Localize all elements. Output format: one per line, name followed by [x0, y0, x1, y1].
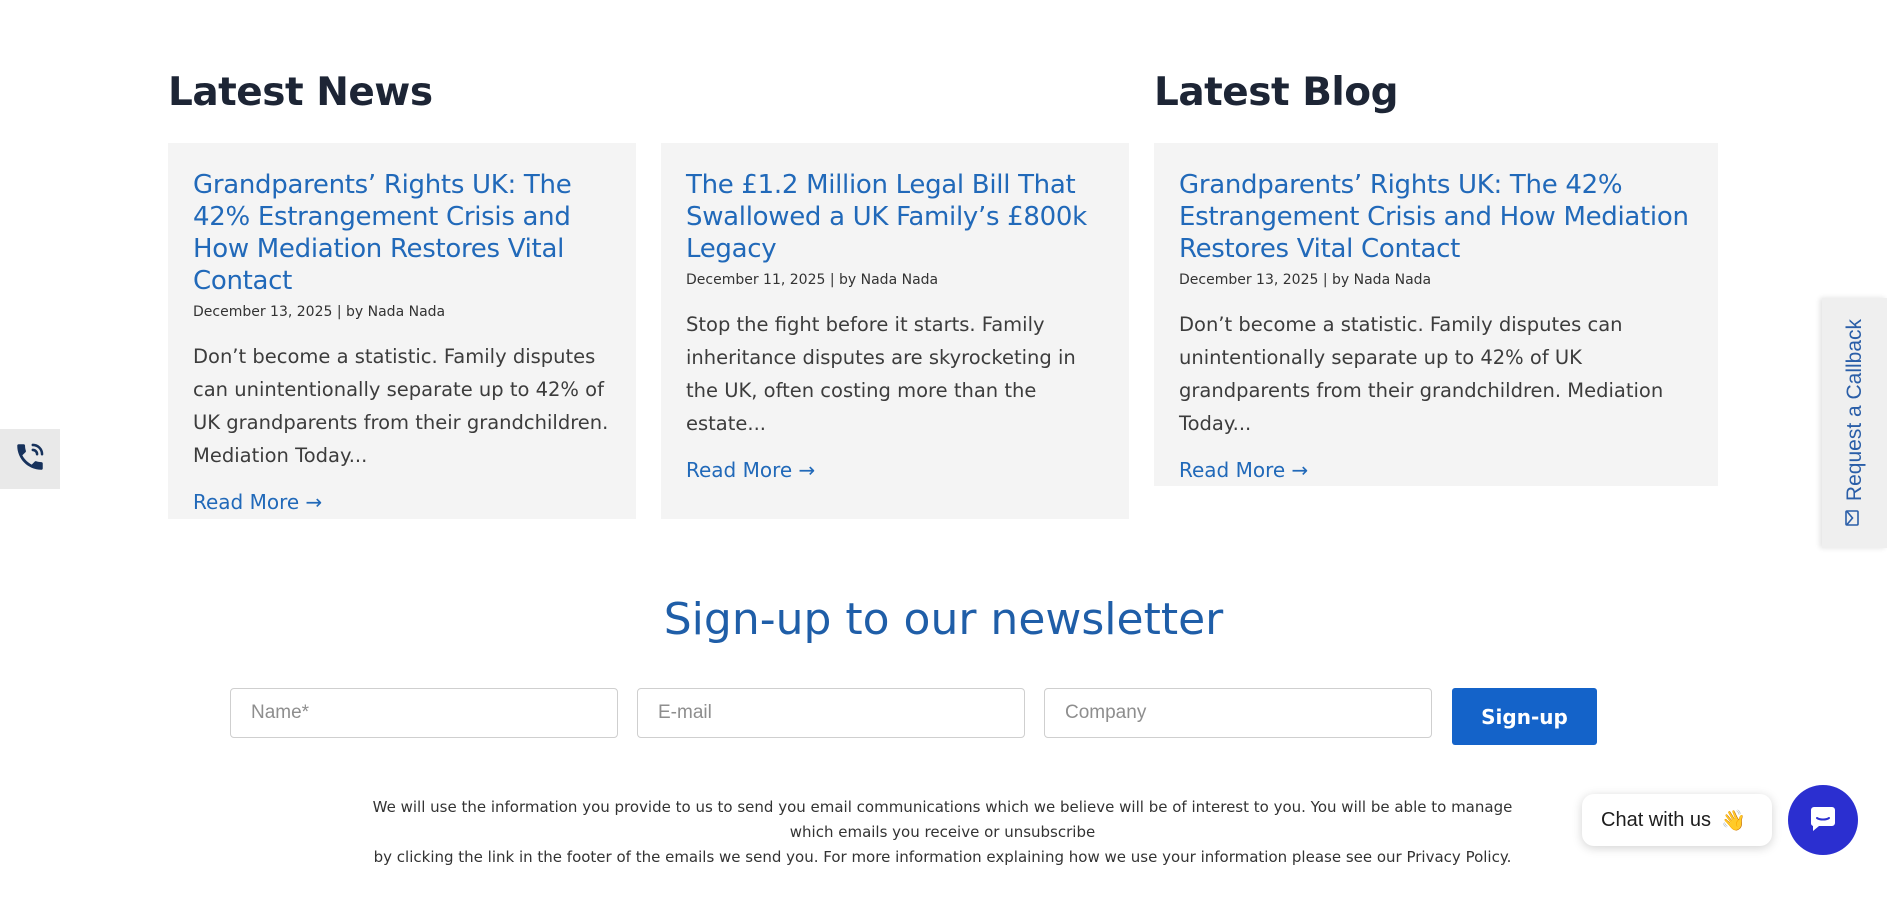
company-input[interactable]	[1044, 688, 1432, 738]
news-card-excerpt: Stop the fight before it starts. Family …	[686, 313, 1076, 435]
name-input[interactable]	[230, 688, 618, 738]
blog-card-title[interactable]: Grandparents’ Rights UK: The 42% Estrang…	[1179, 169, 1694, 265]
disclaimer-line-2: by clicking the link in the footer of th…	[373, 848, 1512, 866]
news-card-meta: December 11, 2025 | by Nada Nada	[686, 272, 939, 288]
envelope-icon	[1843, 509, 1867, 527]
phone-call-button[interactable]	[0, 429, 60, 489]
news-card: The £1.2 Million Legal Bill That Swallow…	[661, 143, 1129, 519]
news-card-excerpt: Don’t become a statistic. Family dispute…	[193, 345, 609, 467]
blog-card: Grandparents’ Rights UK: The 42% Estrang…	[1154, 143, 1718, 486]
request-callback-label: Request a Callback	[1842, 318, 1866, 502]
chat-bubble-text: Chat with us	[1601, 808, 1712, 831]
read-more-link[interactable]: Read More →	[1179, 458, 1308, 482]
blog-card-excerpt: Don’t become a statistic. Family dispute…	[1179, 313, 1664, 435]
blog-card-meta: December 13, 2025 | by Nada Nada	[1179, 272, 1432, 288]
waving-hand-icon: 👋	[1721, 809, 1746, 832]
open-chat-button[interactable]	[1788, 785, 1858, 855]
email-input[interactable]	[637, 688, 1025, 738]
latest-news-heading: Latest News	[168, 70, 433, 115]
news-card-meta: December 13, 2025 | by Nada Nada	[193, 304, 446, 320]
request-callback-tab[interactable]: Request a Callback	[1822, 298, 1887, 548]
chat-icon	[1806, 801, 1840, 839]
newsletter-heading: Sign-up to our newsletter	[663, 594, 1224, 645]
news-card-title[interactable]: Grandparents’ Rights UK: The 42% Estrang…	[193, 169, 612, 297]
phone-icon	[13, 440, 47, 478]
news-card: Grandparents’ Rights UK: The 42% Estrang…	[168, 143, 636, 519]
read-more-link[interactable]: Read More →	[193, 490, 322, 514]
latest-blog-heading: Latest Blog	[1154, 70, 1399, 115]
news-card-title[interactable]: The £1.2 Million Legal Bill That Swallow…	[686, 169, 1105, 265]
chat-with-us-bubble[interactable]: Chat with us 👋	[1582, 794, 1772, 846]
newsletter-disclaimer: We will use the information you provide …	[350, 795, 1535, 870]
read-more-link[interactable]: Read More →	[686, 458, 815, 482]
signup-button[interactable]: Sign-up	[1452, 688, 1597, 745]
disclaimer-line-1: We will use the information you provide …	[372, 798, 1513, 841]
